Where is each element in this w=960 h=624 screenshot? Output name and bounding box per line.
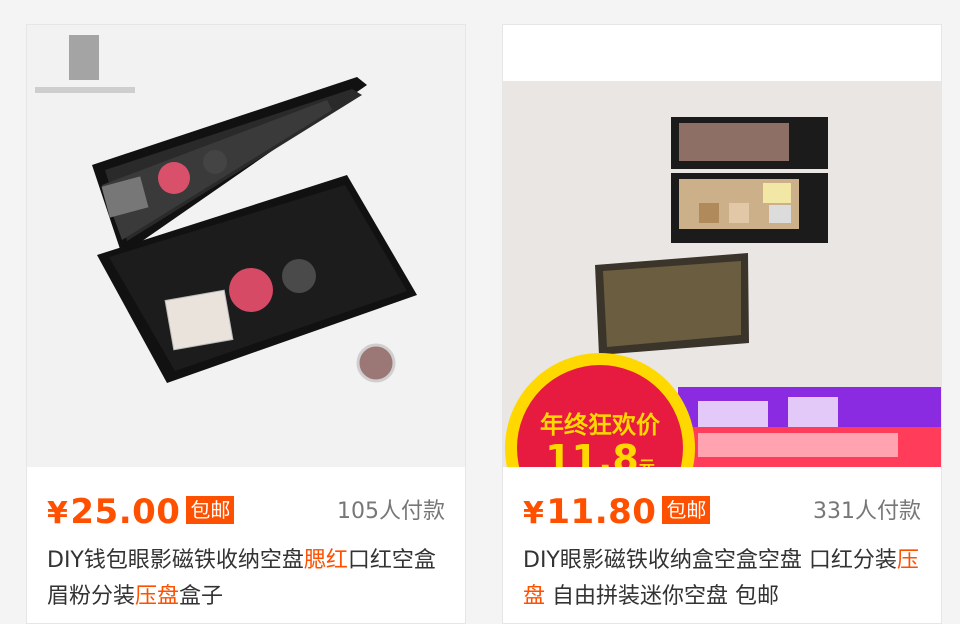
product-image[interactable] xyxy=(27,25,465,467)
product-card[interactable]: ¥25.00 包邮 105人付款 DIY钱包眼影磁铁收纳空盘腮红口红空盒眉粉分装压… xyxy=(26,24,466,624)
product-title[interactable]: DIY钱包眼影磁铁收纳空盘腮红口红空盒眉粉分装压盘盒子 xyxy=(47,543,447,615)
shipping-badge: 包邮 xyxy=(662,495,711,524)
promo-price-value: 11.8 xyxy=(545,437,639,467)
paid-count: 331人付款 xyxy=(813,499,921,524)
currency-symbol: ¥ xyxy=(523,496,545,531)
price-value: 11.80 xyxy=(546,492,657,532)
paid-count: 105人付款 xyxy=(337,499,445,524)
title-highlight: 腮红 xyxy=(303,548,348,573)
title-text: 盒子 xyxy=(179,584,224,609)
promo-price: 11.8元 xyxy=(517,437,683,467)
product-title[interactable]: DIY眼影磁铁收纳盒空盒空盘 口红分装压盘 自由拼装迷你空盘 包邮 xyxy=(523,543,923,615)
price-row: ¥25.00 包邮 105人付款 xyxy=(47,487,445,537)
title-text: DIY眼影磁铁收纳盒空盒空盘 口红分装 xyxy=(523,548,897,573)
title-text: 自由拼装迷你空盘 包邮 xyxy=(545,584,780,609)
price: ¥25.00 包邮 xyxy=(47,487,235,539)
product-card[interactable]: 年终狂欢价 11.8元 ¥11.80 包邮 331人付款 DIY眼影磁铁收纳盒空盒… xyxy=(502,24,942,624)
currency-symbol: ¥ xyxy=(47,496,69,531)
palette-photo xyxy=(27,25,465,467)
shipping-badge: 包邮 xyxy=(186,495,235,524)
price-row: ¥11.80 包邮 331人付款 xyxy=(523,487,921,537)
title-text: DIY钱包眼影磁铁收纳空盘 xyxy=(47,548,304,573)
product-image[interactable]: 年终狂欢价 11.8元 xyxy=(503,25,941,467)
price-value: 25.00 xyxy=(70,492,181,532)
promo-label: 年终狂欢价 xyxy=(540,411,660,439)
title-highlight: 压盘 xyxy=(135,584,180,609)
promo-banner xyxy=(678,387,941,467)
price: ¥11.80 包邮 xyxy=(523,487,711,539)
promo-price-unit: 元 xyxy=(638,457,655,467)
